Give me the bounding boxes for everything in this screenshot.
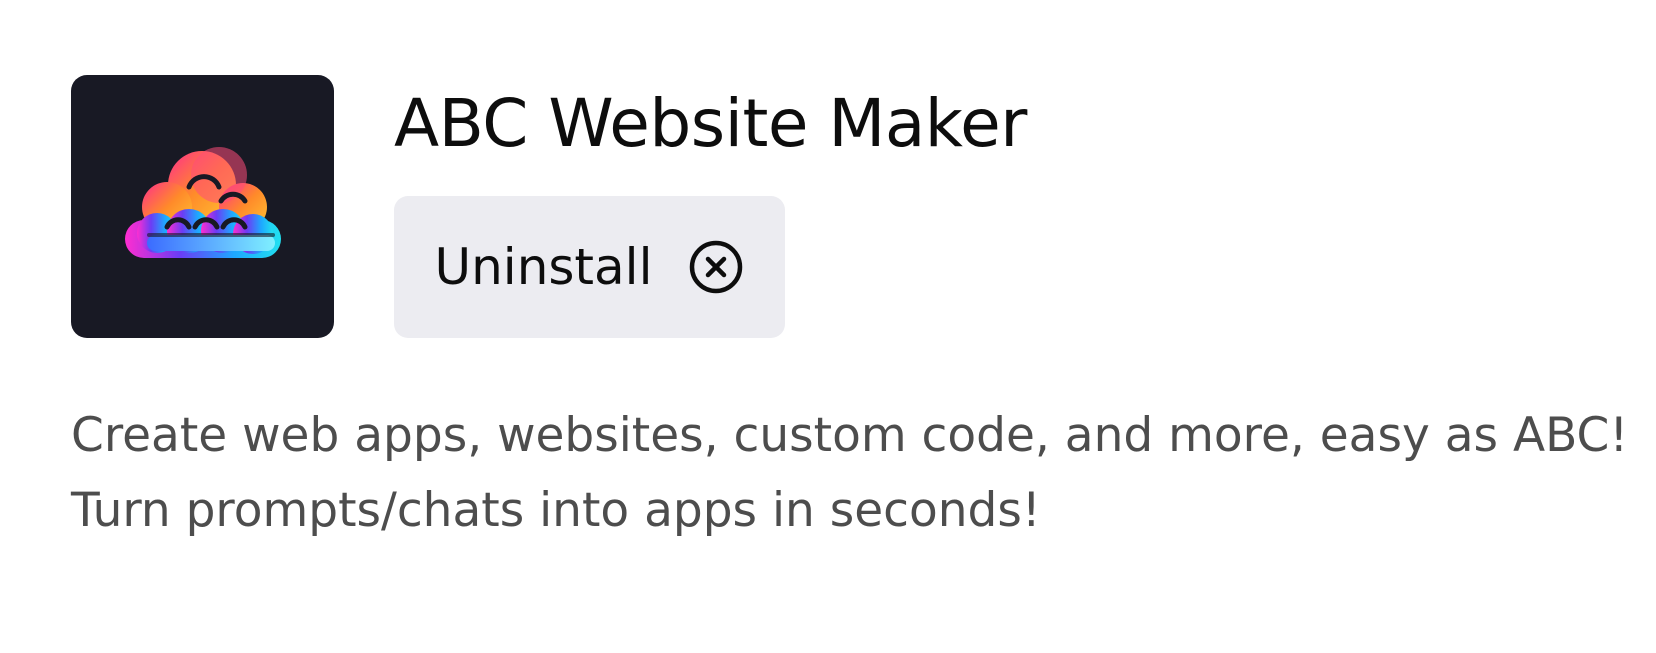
plugin-detail-card: ABC Website Maker Uninstall Create web a… [0,0,1656,653]
close-circle-icon [688,239,744,295]
description-line: Create web apps, websites, custom code, … [71,408,1629,463]
description-line: Turn prompts/chats into apps in seconds! [71,483,1041,538]
cloud-bottom-shape [125,209,281,258]
uninstall-button[interactable]: Uninstall [394,196,785,338]
page-title: ABC Website Maker [394,85,1027,162]
cloud-logo-icon [71,75,334,338]
app-description: Create web apps, websites, custom code, … [71,398,1631,548]
app-logo [71,75,334,338]
uninstall-button-label: Uninstall [434,238,653,296]
